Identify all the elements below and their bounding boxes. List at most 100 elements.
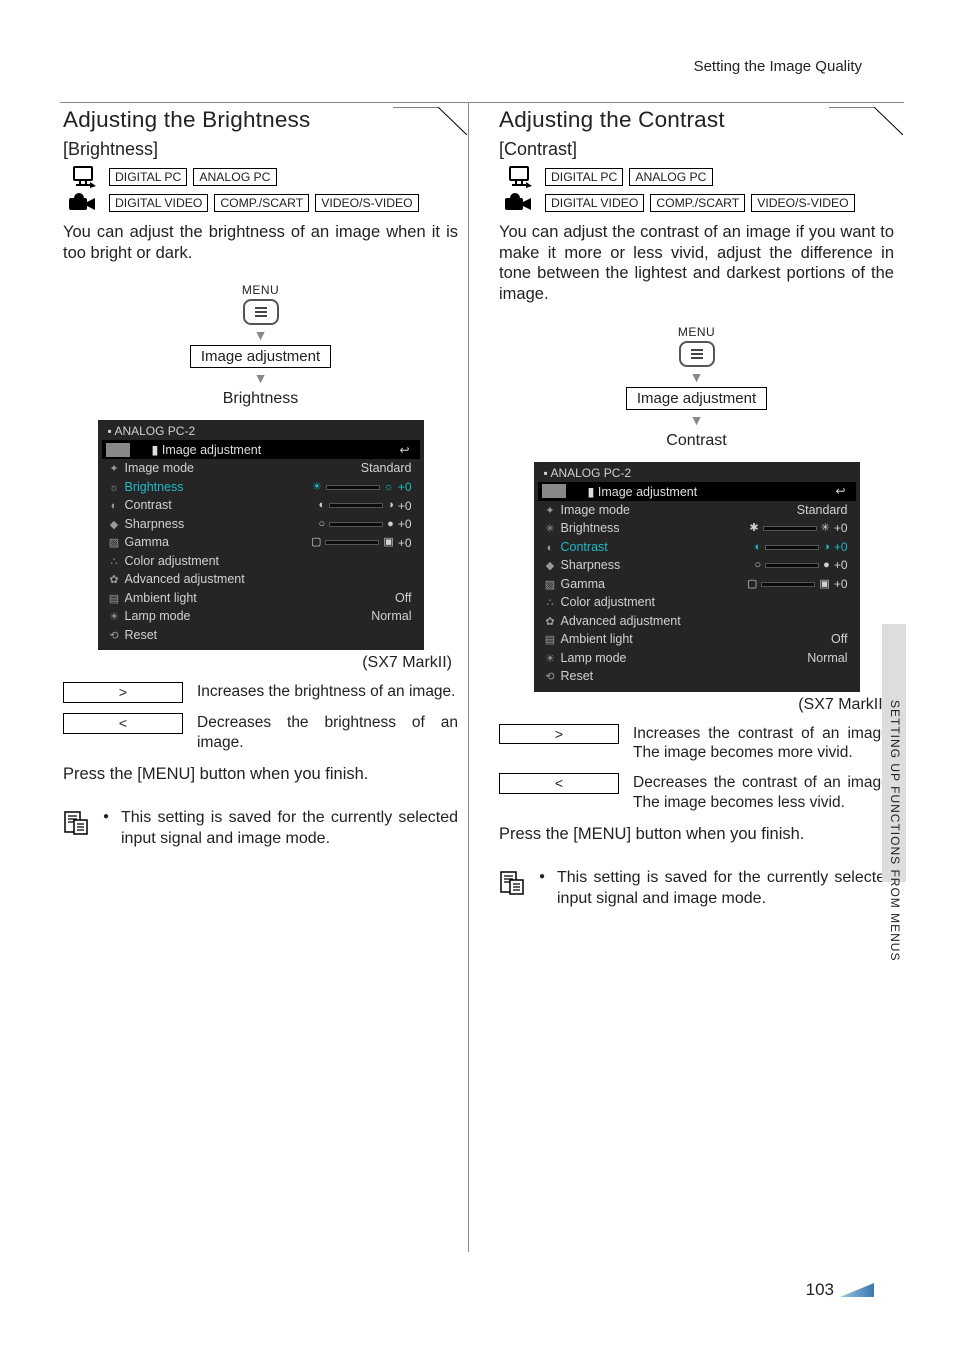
osd-slider: ○●+0 [755,557,848,574]
osd-return-icon: ↩ [830,484,852,498]
osd-item: Contrast [561,540,608,554]
osd-value: Standard [361,460,412,478]
osd-item: Lamp mode [561,651,627,665]
osd-item: Sharpness [561,558,621,572]
sharpness-icon: ◆ [108,518,121,533]
setting-label: [Contrast] [499,139,894,160]
tag-analog-pc: ANALOG PC [193,168,276,186]
signal-tags: DIGITAL PC ANALOG PC DIGITAL VIDEO COMP.… [63,166,458,214]
osd-slider: ✱✳+0 [749,520,847,537]
gamma-icon: ▨ [544,578,557,593]
menu-navigation: MENU ▼ Image adjustment ▼ Contrast [499,325,894,450]
osd-item: Contrast [125,498,172,512]
osd-item: Image mode [561,503,630,517]
advadj-icon: ✿ [544,615,557,630]
down-arrow-icon: ▼ [63,327,458,343]
osd-value: Normal [371,608,411,626]
osd-slider: ◐◑+0 [755,539,848,556]
osd-value: +0 [398,516,412,533]
page-number-text: 103 [806,1280,834,1300]
osd-caption: (SX7 MarkII) [63,654,458,672]
tag-comp-scart: COMP./SCART [650,194,745,212]
right-key: > [499,724,619,745]
ambient-icon: ▤ [544,633,557,648]
osd-value: +0 [834,539,848,556]
osd-item: Image mode [125,461,194,475]
osd-item: Sharpness [125,517,185,531]
osd-source: ▪ ANALOG PC-2 [102,424,420,438]
tag-digital-video: DIGITAL VIDEO [545,194,644,212]
osd-value: +0 [834,576,848,593]
camcorder-icon [63,192,103,214]
lamp-icon: ☀ [108,610,121,625]
control-row-decrease: < Decreases the brightness of an image. [63,713,458,753]
menu-button-icon [679,341,715,367]
running-header: Setting the Image Quality [694,58,862,75]
osd-item: Reset [561,669,594,683]
menu-label: MENU [499,325,894,339]
tag-comp-scart: COMP./SCART [214,194,309,212]
setting-label: [Brightness] [63,139,458,160]
osd-item: Lamp mode [125,609,191,623]
brightness-icon: ☼ [108,481,121,496]
brightness-icon: ✳ [544,522,557,537]
monitor-icon [63,166,103,188]
menu-navigation: MENU ▼ Image adjustment ▼ Brightness [63,283,458,408]
osd-slider: ▢▣+0 [311,535,412,552]
osd-screenshot: ▪ ANALOG PC-2 ▮ Image adjustment ↩ ✦Imag… [534,462,860,692]
decrease-desc: Decreases the contrast of an image. The … [633,773,894,813]
page-number: 103 [806,1280,874,1300]
imagemode-icon: ✦ [544,504,557,519]
nav-step-1: Image adjustment [626,387,767,410]
osd-value: +0 [834,557,848,574]
osd-item: Gamma [125,535,169,549]
note: This setting is saved for the currently … [63,808,458,850]
osd-value: Off [395,590,411,608]
coloradj-icon: ∴ [544,596,557,611]
note-text: This setting is saved for the currently … [539,868,894,910]
osd-tab-icon [542,484,566,498]
osd-item: Advanced adjustment [125,572,245,586]
control-row-increase: > Increases the brightness of an image. [63,682,458,703]
osd-slider: ○●+0 [319,516,412,533]
finish-instruction: Press the [MENU] button when you finish. [499,825,894,844]
osd-source-text: ANALOG PC-2 [114,424,195,438]
osd-source-text: ANALOG PC-2 [550,466,631,480]
osd-tab-label: ▮ Image adjustment [588,484,698,499]
osd-tab-icon [106,443,130,457]
page: Setting the Image Quality Adjusting the … [0,0,954,1352]
coloradj-icon: ∴ [108,555,121,570]
side-tab-label: SETTING UP FUNCTIONS FROM MENUS [888,700,902,961]
tag-digital-pc: DIGITAL PC [545,168,623,186]
osd-item: Color adjustment [561,595,656,609]
osd-item: Brightness [561,521,620,535]
nav-step-1: Image adjustment [190,345,331,368]
reset-icon: ⟲ [108,629,121,644]
section-description: You can adjust the contrast of an image … [499,222,894,305]
increase-desc: Increases the brightness of an image. [197,682,458,702]
osd-item: Advanced adjustment [561,614,681,628]
contrast-icon: ◐ [544,541,557,556]
osd-item: Brightness [125,480,184,494]
tag-video-svideo: VIDEO/S-VIDEO [315,194,418,212]
note-icon [499,870,525,896]
column-brightness: Adjusting the Brightness [Brightness] DI… [60,103,469,1252]
menu-button-icon [243,299,279,325]
finish-instruction: Press the [MENU] button when you finish. [63,765,458,784]
sharpness-icon: ◆ [544,559,557,574]
down-arrow-icon: ▼ [499,369,894,385]
column-contrast: Adjusting the Contrast [Contrast] DIGITA… [495,103,904,1252]
osd-tab-text: Image adjustment [598,485,697,499]
tag-digital-video: DIGITAL VIDEO [109,194,208,212]
osd-value: +0 [398,479,412,496]
osd-value: +0 [398,535,412,552]
note-icon [63,810,89,836]
osd-value: +0 [398,498,412,515]
left-key: < [499,773,619,794]
osd-value: Normal [807,650,847,668]
osd-item: Ambient light [125,591,197,605]
tag-analog-pc: ANALOG PC [629,168,712,186]
tag-video-svideo: VIDEO/S-VIDEO [751,194,854,212]
title-decoration [393,107,467,135]
osd-value: Standard [797,502,848,520]
